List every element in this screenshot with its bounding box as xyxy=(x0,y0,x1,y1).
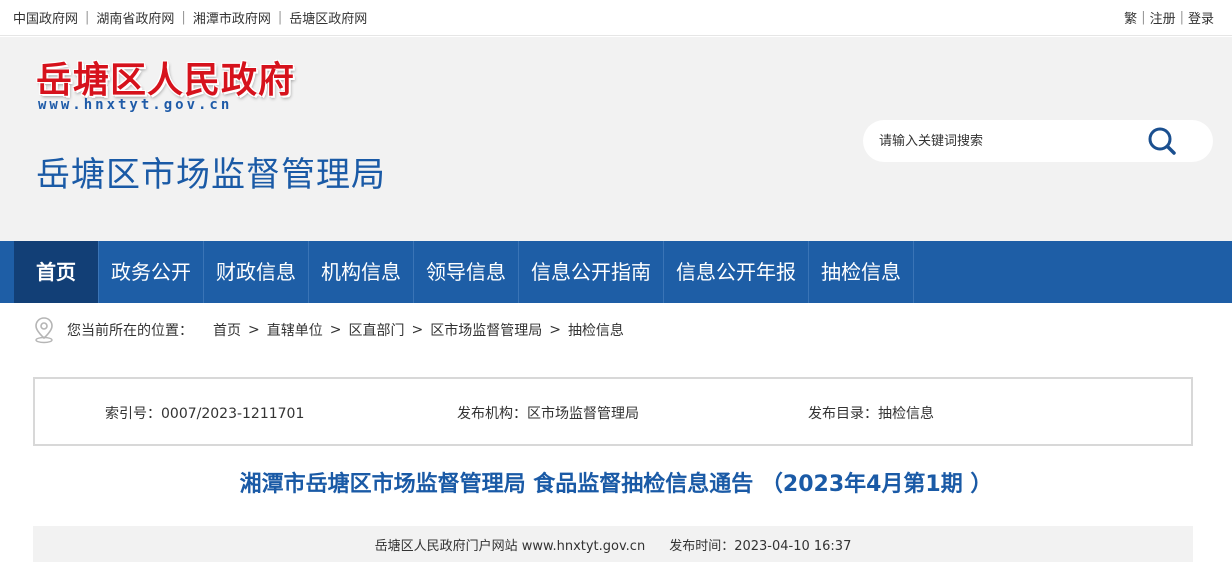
link-hunan-gov[interactable]: 湖南省政府网 xyxy=(96,8,174,27)
breadcrumb: 您当前所在的位置： 首页 > 直辖单位 > 区直部门 > 区市场监督管理局 > … xyxy=(33,315,624,345)
breadcrumb-market-bureau[interactable]: 区市场监督管理局 xyxy=(430,320,542,340)
breadcrumb-label: 您当前所在的位置： xyxy=(67,323,193,339)
site-header: 岳塘区人民政府 www.hnxtyt.gov.cn 岳塘区市场监督管理局 xyxy=(0,37,1232,241)
divider: | xyxy=(1141,10,1146,25)
publishing-catalog: 发布目录：抽检信息 xyxy=(808,406,934,422)
register-link[interactable]: 注册 xyxy=(1150,8,1176,27)
divider: | xyxy=(1179,10,1184,25)
search-icon xyxy=(1148,127,1176,155)
article-meta-bar: 岳塘区人民政府门户网站 www.hnxtyt.gov.cn 发布时间：2023-… xyxy=(33,526,1193,562)
user-links: 繁 | 注册 | 登录 xyxy=(1124,8,1214,27)
top-utility-bar: 中国政府网 | 湖南省政府网 | 湘潭市政府网 | 岳塘区政府网 繁 | 注册 … xyxy=(0,0,1232,36)
divider: | xyxy=(181,10,186,25)
main-nav: 首页 政务公开 财政信息 机构信息 领导信息 信息公开指南 信息公开年报 抽检信… xyxy=(0,241,1232,303)
traditional-chinese-link[interactable]: 繁 xyxy=(1124,8,1137,27)
breadcrumb-direct-units[interactable]: 直辖单位 xyxy=(267,320,323,340)
search-input[interactable] xyxy=(879,120,1149,162)
breadcrumb-inspection-info[interactable]: 抽检信息 xyxy=(568,320,624,340)
divider: | xyxy=(85,10,90,25)
nav-item-leadership-info[interactable]: 领导信息 xyxy=(414,241,519,303)
breadcrumb-separator: > xyxy=(411,322,424,338)
link-china-gov[interactable]: 中国政府网 xyxy=(13,8,78,27)
department-name: 岳塘区市场监督管理局 xyxy=(36,155,386,195)
nav-list: 首页 政务公开 财政信息 机构信息 领导信息 信息公开指南 信息公开年报 抽检信… xyxy=(14,241,914,303)
link-xiangtan-gov[interactable]: 湘潭市政府网 xyxy=(193,8,271,27)
breadcrumb-separator: > xyxy=(329,322,342,338)
publish-time: 发布时间：2023-04-10 16:37 xyxy=(669,538,852,554)
location-pin-icon xyxy=(35,317,53,344)
nav-item-home[interactable]: 首页 xyxy=(14,241,99,303)
nav-item-finance-info[interactable]: 财政信息 xyxy=(204,241,309,303)
breadcrumb-separator: > xyxy=(248,322,260,338)
site-logo-title[interactable]: 岳塘区人民政府 xyxy=(36,51,295,103)
nav-item-inspection-info[interactable]: 抽检信息 xyxy=(809,241,914,303)
publishing-organization: 发布机构：区市场监督管理局 xyxy=(457,406,639,422)
nav-item-organization-info[interactable]: 机构信息 xyxy=(309,241,414,303)
index-number: 索引号：0007/2023-1211701 xyxy=(105,406,305,422)
article-source: 岳塘区人民政府门户网站 www.hnxtyt.gov.cn xyxy=(374,538,646,554)
breadcrumb-home[interactable]: 首页 xyxy=(213,320,241,340)
nav-item-government-affairs[interactable]: 政务公开 xyxy=(99,241,204,303)
search-box xyxy=(863,120,1213,162)
link-yuetang-gov[interactable]: 岳塘区政府网 xyxy=(289,8,367,27)
nav-item-disclosure-guide[interactable]: 信息公开指南 xyxy=(519,241,664,303)
article-info-box: 索引号：0007/2023-1211701 发布机构：区市场监督管理局 发布目录… xyxy=(33,377,1193,446)
nav-item-annual-report[interactable]: 信息公开年报 xyxy=(664,241,809,303)
breadcrumb-separator: > xyxy=(549,322,561,338)
breadcrumb-district-departments[interactable]: 区直部门 xyxy=(348,320,404,340)
search-button[interactable] xyxy=(1145,124,1179,158)
login-link[interactable]: 登录 xyxy=(1188,8,1214,27)
article-title: 湘潭市岳塘区市场监督管理局 食品监督抽检信息通告 （2023年4月第1期 ） xyxy=(239,472,993,497)
gov-links: 中国政府网 | 湖南省政府网 | 湘潭市政府网 | 岳塘区政府网 xyxy=(13,8,367,27)
divider: | xyxy=(277,10,283,25)
site-logo-url: www.hnxtyt.gov.cn xyxy=(38,97,233,113)
